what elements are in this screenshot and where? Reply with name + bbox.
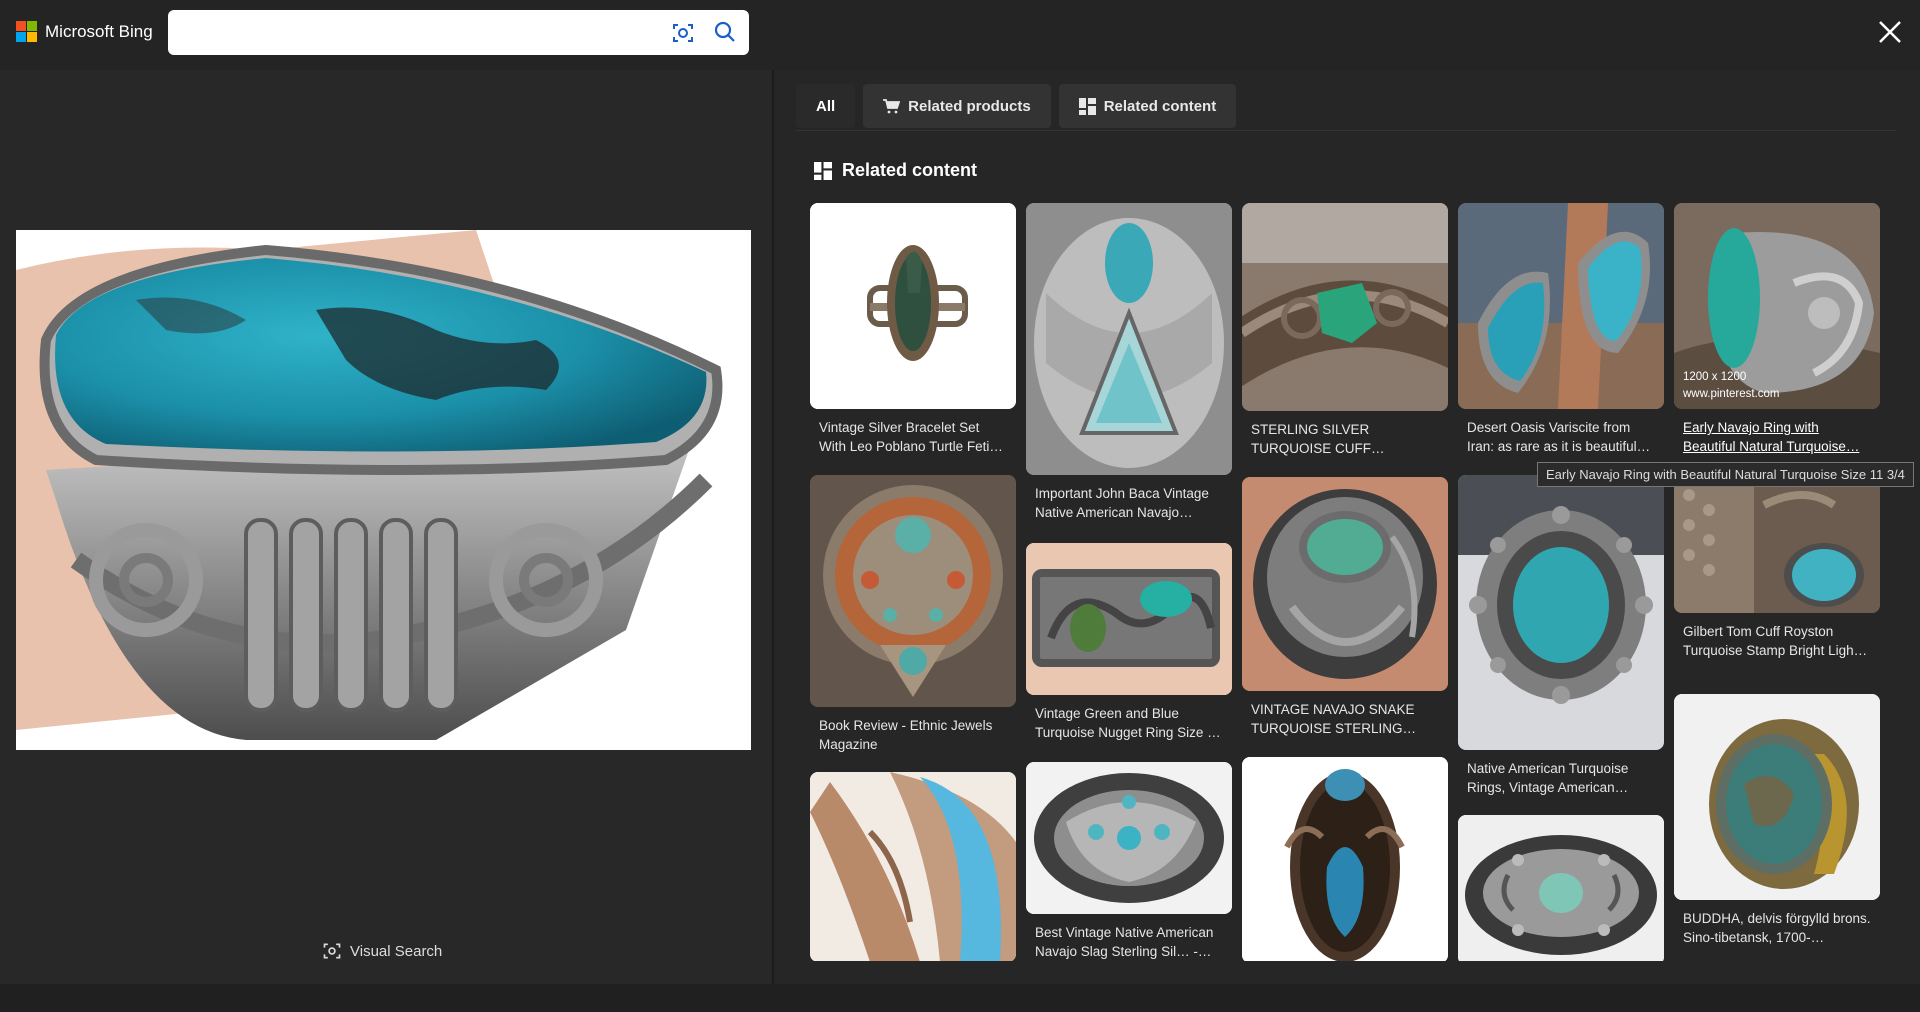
result-caption[interactable]: Gilbert Tom Cuff Royston Turquoise Stamp…	[1674, 622, 1880, 660]
visual-search-button[interactable]: Visual Search	[322, 941, 442, 961]
top-bar: Microsoft Bing	[0, 0, 1920, 70]
result-card[interactable]: 1200 x 1200 www.pinterest.com Early Nava…	[1674, 203, 1880, 456]
result-thumbnail[interactable]	[1458, 203, 1664, 409]
result-card[interactable]: VINTAGE NAVAJO SNAKE TURQUOISE STERLING…	[1242, 477, 1448, 738]
result-thumbnail[interactable]	[1242, 477, 1448, 691]
result-caption[interactable]: Vintage Green and Blue Turquoise Nugget …	[1026, 704, 1232, 742]
result-card[interactable]	[1242, 757, 1448, 961]
result-caption[interactable]: STERLING SILVER TURQUOISE CUFF…	[1242, 420, 1448, 458]
result-meta: 1200 x 1200 www.pinterest.com	[1683, 369, 1780, 403]
tooltip: Early Navajo Ring with Beautiful Natural…	[1537, 462, 1914, 487]
tab-all[interactable]: All	[796, 84, 856, 128]
result-thumbnail[interactable]	[1242, 757, 1448, 961]
preview-pane: Visual Search	[0, 70, 772, 984]
tab-all-label: All	[816, 97, 836, 115]
result-caption[interactable]: Vintage Silver Bracelet Set With Leo Pob…	[810, 418, 1016, 456]
result-thumbnail[interactable]	[1242, 203, 1448, 411]
result-card[interactable]: Vintage Silver Bracelet Set With Leo Pob…	[810, 203, 1016, 456]
result-card[interactable]: Best Vintage Native American Navajo Slag…	[1026, 762, 1232, 961]
cart-icon	[883, 98, 901, 113]
search-icon[interactable]	[713, 20, 737, 44]
grid-icon	[814, 161, 832, 180]
result-card[interactable]	[810, 772, 1016, 961]
visual-search-camera-icon[interactable]	[671, 21, 695, 45]
result-caption[interactable]: Desert Oasis Variscite from Iran: as rar…	[1458, 418, 1664, 456]
close-icon[interactable]	[1874, 16, 1906, 48]
tab-underline	[796, 130, 1896, 131]
result-card[interactable]: STERLING SILVER TURQUOISE CUFF…	[1242, 203, 1448, 458]
result-caption[interactable]: Important John Baca Vintage Native Ameri…	[1026, 484, 1232, 522]
result-card[interactable]: Vintage Green and Blue Turquoise Nugget …	[1026, 543, 1232, 742]
main-image[interactable]	[16, 230, 751, 750]
result-card[interactable]: Book Review - Ethnic Jewels Magazine	[810, 475, 1016, 754]
result-dimensions: 1200 x 1200	[1683, 371, 1747, 383]
result-caption[interactable]: Early Navajo Ring with Beautiful Natural…	[1674, 418, 1880, 456]
result-thumbnail[interactable]	[1458, 475, 1664, 750]
visual-search-label: Visual Search	[350, 942, 443, 960]
result-thumbnail[interactable]	[1026, 203, 1232, 475]
result-card[interactable]: Desert Oasis Variscite from Iran: as rar…	[1458, 203, 1664, 456]
grid-icon	[1078, 97, 1096, 115]
result-thumbnail[interactable]	[810, 772, 1016, 961]
result-thumbnail[interactable]	[1026, 543, 1232, 695]
result-thumbnail[interactable]: 1200 x 1200 www.pinterest.com	[1674, 203, 1880, 409]
result-caption[interactable]: VINTAGE NAVAJO SNAKE TURQUOISE STERLING…	[1242, 700, 1448, 738]
tab-related-content[interactable]: Related content	[1058, 84, 1237, 128]
tab-related-products-label: Related products	[908, 97, 1031, 115]
result-caption[interactable]: Book Review - Ethnic Jewels Magazine	[810, 716, 1016, 754]
search-box[interactable]	[168, 10, 749, 55]
result-thumbnail[interactable]	[810, 475, 1016, 707]
bing-logo[interactable]: Microsoft Bing	[16, 21, 153, 42]
result-thumbnail[interactable]	[1026, 762, 1232, 914]
search-input[interactable]	[178, 18, 648, 47]
tab-related-content-label: Related content	[1103, 97, 1217, 115]
visual-search-icon	[323, 943, 341, 959]
section-header: Related content	[814, 160, 977, 181]
result-caption[interactable]: Native American Turquoise Rings, Vintage…	[1458, 759, 1664, 797]
result-card[interactable]	[1458, 815, 1664, 961]
tab-related-products[interactable]: Related products	[863, 84, 1051, 128]
bottom-strip	[0, 984, 1920, 1012]
result-card[interactable]: Native American Turquoise Rings, Vintage…	[1458, 475, 1664, 797]
related-content-grid: Vintage Silver Bracelet Set With Leo Pob…	[810, 203, 1890, 961]
brand-name: Microsoft Bing	[45, 21, 153, 41]
section-title: Related content	[842, 160, 978, 180]
result-domain[interactable]: www.pinterest.com	[1683, 386, 1780, 403]
microsoft-logo-icon	[16, 21, 37, 42]
result-caption[interactable]: Best Vintage Native American Navajo Slag…	[1026, 923, 1232, 961]
result-card[interactable]: Important John Baca Vintage Native Ameri…	[1026, 203, 1232, 522]
tab-bar: All Related products Related content	[796, 84, 1237, 128]
result-card[interactable]: BUDDHA, delvis förgylld brons. Sino-tibe…	[1674, 694, 1880, 947]
result-thumbnail[interactable]	[1458, 815, 1664, 961]
result-caption[interactable]: BUDDHA, delvis förgylld brons. Sino-tibe…	[1674, 909, 1880, 947]
result-thumbnail[interactable]	[1674, 475, 1880, 613]
result-card[interactable]: Gilbert Tom Cuff Royston Turquoise Stamp…	[1674, 475, 1880, 660]
result-thumbnail[interactable]	[1674, 694, 1880, 900]
result-thumbnail[interactable]	[810, 203, 1016, 409]
